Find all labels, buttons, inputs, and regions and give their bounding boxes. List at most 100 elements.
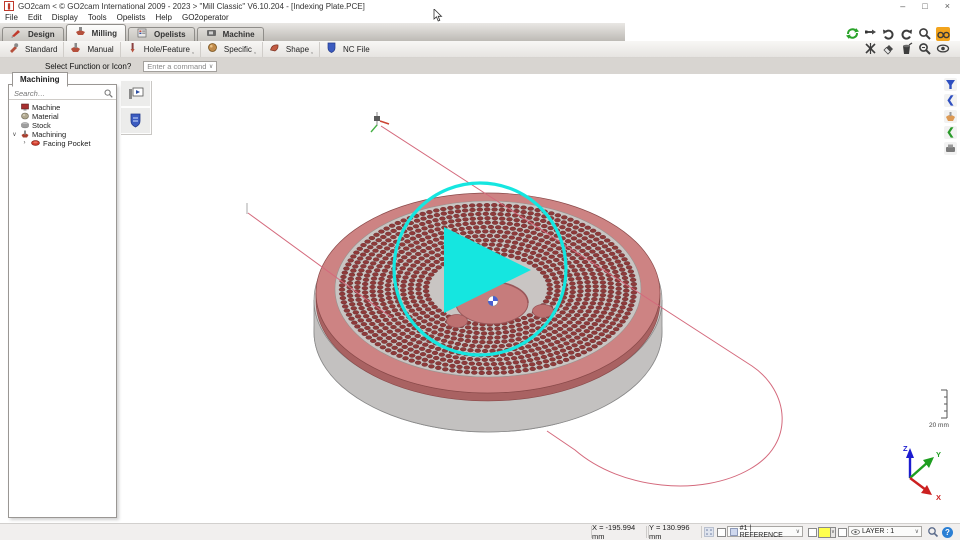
opelists-tab-icon — [137, 28, 151, 42]
hole-feature-dropdown[interactable]: , — [192, 48, 194, 55]
viewport-area: 20 mm Z Y X — [0, 74, 960, 523]
menu-file[interactable]: File — [5, 13, 18, 22]
go2cam-window: ❚ GO2cam < © GO2cam International 2009 -… — [0, 0, 960, 540]
tree-item-stock[interactable]: Stock — [9, 121, 116, 129]
nc-file-button[interactable]: NC File — [320, 42, 376, 57]
collapse-left-green-icon[interactable]: ❮ — [944, 126, 957, 139]
machining-panel: Machining Machine Material Stock — [8, 84, 117, 518]
redo-icon[interactable] — [900, 27, 914, 41]
layer-dropdown[interactable]: LAYER : 1 ∨ — [848, 526, 922, 537]
tab-milling[interactable]: Milling — [66, 24, 126, 41]
machine-tools-icon[interactable] — [864, 42, 878, 56]
manual-icon — [70, 42, 84, 56]
close-button[interactable]: × — [945, 1, 950, 11]
zoom-layer-icon — [927, 526, 939, 538]
zoom-element-icon[interactable] — [918, 42, 932, 56]
machining-node-icon — [21, 130, 29, 138]
manual-button[interactable]: Manual — [64, 42, 120, 57]
layer-checkbox[interactable] — [838, 526, 847, 538]
tree-item-material[interactable]: Material — [9, 112, 116, 120]
tree-item-machine[interactable]: Machine — [9, 103, 116, 111]
scale-indicator: 20 mm — [929, 390, 949, 429]
pointer-hand-icon[interactable] — [864, 27, 878, 41]
menu-go2operator[interactable]: GO2operator — [182, 13, 229, 22]
nc-shield-button[interactable] — [120, 107, 151, 134]
hole-feature-button[interactable]: Hole/Feature , — [121, 42, 201, 57]
axis-triad: Z Y X — [903, 444, 941, 502]
nc-shield-icon — [129, 113, 142, 128]
help-button[interactable]: ? — [942, 526, 953, 538]
viewport-3d[interactable]: 20 mm Z Y X — [0, 74, 960, 523]
tree-item-facing-pocket-label: Facing Pocket — [43, 139, 91, 148]
tree-item-facing-pocket[interactable]: › Facing Pocket — [9, 139, 116, 147]
grid-icon — [704, 527, 714, 537]
manual-label: Manual — [87, 45, 113, 54]
command-prompt-label: Select Function or Icon? — [45, 62, 131, 71]
eraser-icon[interactable] — [882, 42, 896, 56]
specific-button[interactable]: Specific , — [201, 42, 263, 57]
scale-label: 20 mm — [929, 422, 949, 429]
menu-bar: File Edit Display Tools Opelists Help GO… — [0, 12, 960, 23]
milling-tab-icon — [75, 26, 89, 40]
grid-toggle[interactable] — [704, 526, 714, 538]
color-checkbox[interactable] — [808, 526, 817, 538]
minimize-button[interactable]: – — [900, 1, 905, 11]
collapse-left-blue-icon[interactable]: ❮ — [944, 94, 957, 107]
visibility-eye-icon[interactable] — [936, 42, 950, 56]
zoom-layer-button[interactable] — [927, 526, 939, 538]
expand-arrow-icon[interactable]: ∨ — [11, 131, 18, 138]
nc-file-label: NC File — [343, 45, 370, 54]
machining-tree: Machine Material Stock ∨ Machining › — [9, 103, 116, 147]
machine-tab-icon — [206, 28, 220, 42]
command-dropdown[interactable]: Enter a command ∨ — [143, 61, 217, 72]
hand-tool-icon[interactable] — [944, 110, 957, 123]
standard-button[interactable]: Standard — [2, 42, 64, 57]
tree-item-material-label: Material — [32, 112, 59, 121]
tree-item-stock-label: Stock — [32, 121, 51, 130]
x-coordinate: X = -195.994 mm — [591, 526, 647, 538]
axis-x-label: X — [936, 493, 941, 502]
hole-feature-icon — [127, 42, 141, 56]
collapse-arrow-icon[interactable]: › — [21, 140, 28, 146]
panel-search-row — [9, 87, 116, 100]
regenerate-icon[interactable] — [846, 27, 860, 41]
tab-machine[interactable]: Machine — [197, 27, 264, 41]
swatch-chevron-icon[interactable]: ∨ — [831, 527, 836, 538]
zoom-icon[interactable] — [918, 27, 932, 41]
shape-dropdown[interactable]: , — [311, 48, 313, 55]
undo-icon[interactable] — [882, 27, 896, 41]
menu-help[interactable]: Help — [156, 13, 172, 22]
specific-dropdown[interactable]: , — [254, 48, 256, 55]
process-list-button[interactable] — [120, 80, 151, 107]
reference-dropdown[interactable]: #1 | REFERENCE ∨ — [727, 526, 803, 537]
fixture-hole-left — [447, 315, 468, 328]
search-input[interactable] — [12, 88, 104, 99]
menu-edit[interactable]: Edit — [28, 13, 42, 22]
color-picker[interactable]: ∨ — [818, 526, 836, 538]
y-coordinate-value: Y = 130.996 mm — [649, 523, 701, 540]
tree-item-machining[interactable]: ∨ Machining — [9, 130, 116, 138]
shape-button[interactable]: Shape , — [263, 42, 320, 57]
menu-opelists[interactable]: Opelists — [117, 13, 146, 22]
maximize-button[interactable]: □ — [922, 1, 927, 11]
bucket-icon[interactable] — [900, 42, 914, 56]
edit-icon-row — [864, 42, 960, 56]
machining-panel-tab[interactable]: Machining — [12, 72, 68, 87]
tab-design[interactable]: Design — [2, 27, 64, 41]
go2views-glasses-icon[interactable] — [936, 27, 950, 41]
machine-node-icon — [21, 103, 29, 111]
machining-panel-tab-label: Machining — [20, 75, 60, 84]
menu-display[interactable]: Display — [52, 13, 78, 22]
machine-sim-icon[interactable] — [944, 142, 957, 155]
machining-toolbar: Standard Manual Hole/Feature , Specific … — [0, 41, 960, 58]
filter-funnel-icon[interactable] — [944, 78, 957, 91]
command-bar: Select Function or Icon? Enter a command… — [0, 58, 960, 74]
tab-opelists[interactable]: Opelists — [128, 27, 195, 41]
shape-label: Shape — [286, 45, 309, 54]
command-dropdown-value: Enter a command — [147, 62, 206, 71]
chevron-down-icon: ∨ — [915, 528, 919, 535]
menu-tools[interactable]: Tools — [88, 13, 107, 22]
reference-checkbox[interactable] — [717, 526, 726, 538]
material-node-icon — [21, 112, 29, 120]
standard-icon — [8, 42, 22, 56]
